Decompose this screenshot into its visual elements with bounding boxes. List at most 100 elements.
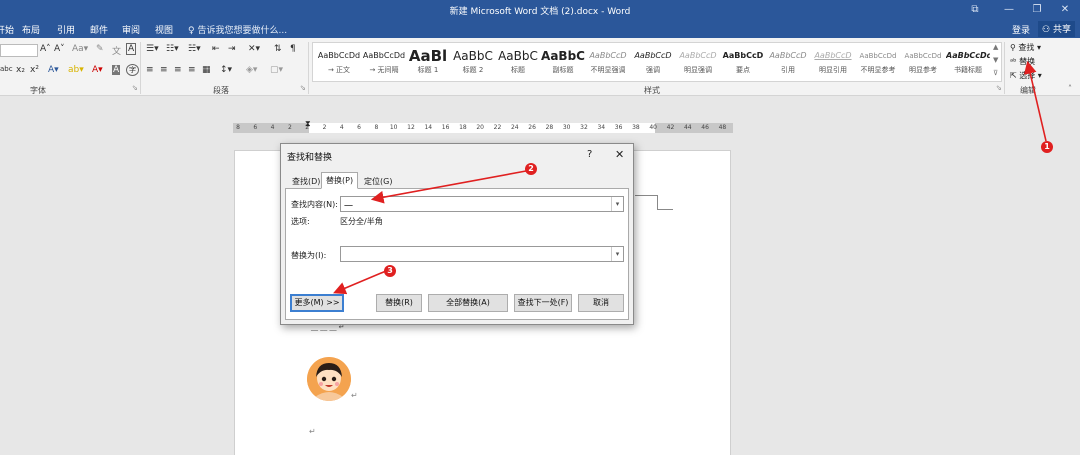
phonetic-guide-icon[interactable]: 文 xyxy=(112,44,121,57)
maximize-button[interactable]: ❐ xyxy=(1022,2,1052,18)
justify-icon[interactable]: ≡ xyxy=(188,65,196,75)
style-item[interactable]: AaBl 标题 1 xyxy=(406,47,450,79)
style-item[interactable]: AaBbC 标题 2 xyxy=(451,47,495,79)
bullets-icon[interactable]: ☰▾ xyxy=(146,44,159,54)
replace-with-label: 替换为(I): xyxy=(291,251,327,260)
shading-icon[interactable]: ◈▾ xyxy=(246,65,257,75)
style-item[interactable]: AaBbCcDd 不明显参考 xyxy=(856,47,900,79)
highlight-icon[interactable]: ab▾ xyxy=(68,65,84,75)
tab-find[interactable]: 查找(D) xyxy=(287,173,325,188)
distributed-icon[interactable]: ▦ xyxy=(202,65,211,75)
replace-all-button[interactable]: 全部替换(A) xyxy=(428,294,508,312)
chinese-layout-icon[interactable]: ✕▾ xyxy=(248,44,260,54)
align-center-icon[interactable]: ≡ xyxy=(160,65,168,75)
share-button[interactable]: ⚇ 共享 xyxy=(1038,21,1075,37)
increase-indent-icon[interactable]: ⇥ xyxy=(228,44,236,54)
replace-button[interactable]: ᵃᵇ 替换 xyxy=(1010,56,1035,67)
ruler-tick-label: 34 xyxy=(597,124,606,131)
tab-view[interactable]: 视图 xyxy=(155,23,173,36)
close-window-button[interactable]: ✕ xyxy=(1050,2,1080,18)
find-next-button[interactable]: 查找下一处(F) xyxy=(514,294,572,312)
tab-layout[interactable]: 布局 xyxy=(22,23,40,36)
grow-font-icon[interactable]: A˄ xyxy=(40,44,51,54)
tab-replace[interactable]: 替换(P) xyxy=(321,172,359,189)
align-left-icon[interactable]: ≡ xyxy=(146,65,154,75)
chevron-down-icon[interactable]: ▾ xyxy=(611,247,623,261)
paragraph-dialog-launcher-icon[interactable]: ⬂ xyxy=(300,84,306,92)
show-marks-icon[interactable]: ¶ xyxy=(290,44,296,54)
strikethrough-icon[interactable]: abc xyxy=(0,65,13,73)
style-item[interactable]: AaBbCcD 要点 xyxy=(721,47,765,79)
find-what-input[interactable]: 一 ▾ xyxy=(340,196,624,212)
ruler-tick-label: 24 xyxy=(510,124,519,131)
tab-mailings[interactable]: 邮件 xyxy=(90,23,108,36)
help-icon[interactable]: ? xyxy=(587,149,592,160)
options-value: 区分全/半角 xyxy=(340,217,383,226)
style-item[interactable]: AaBbCcDd 明显参考 xyxy=(901,47,945,79)
select-button[interactable]: ⇱ 选择 ▾ xyxy=(1010,70,1042,81)
align-right-icon[interactable]: ≡ xyxy=(174,65,182,75)
change-case-icon[interactable]: Aa▾ xyxy=(72,44,88,54)
gallery-more-icon[interactable]: ⊽ xyxy=(993,69,998,77)
ruler-tick-label: 14 xyxy=(424,124,433,131)
style-item[interactable]: AaBbCcDd → 正文 xyxy=(317,47,361,79)
font-size-select[interactable] xyxy=(0,44,38,57)
line-spacing-icon[interactable]: ↕▾ xyxy=(220,65,232,75)
style-item[interactable]: AaBbCcDd 书籍标题 xyxy=(946,47,990,79)
borders-icon[interactable]: ▢▾ xyxy=(270,65,283,75)
more-button[interactable]: 更多(M) >> xyxy=(290,294,344,312)
gallery-scroll-down-icon[interactable]: ▼ xyxy=(993,56,998,64)
char-shading-icon[interactable]: A xyxy=(112,65,121,75)
collapse-ribbon-icon[interactable]: ˄ xyxy=(1068,84,1072,93)
numbering-icon[interactable]: ☷▾ xyxy=(166,44,179,54)
group-label-font: 字体 xyxy=(30,86,46,95)
tab-goto[interactable]: 定位(G) xyxy=(359,173,397,188)
ruler-tick-label: 20 xyxy=(476,124,485,131)
horizontal-ruler[interactable]: 8 6 4 2 2 2 4 6 8 10 12 14 16 18 20 22 24 26 28 30 32 34 36 38 4… xyxy=(233,119,733,133)
styles-dialog-launcher-icon[interactable]: ⬂ xyxy=(996,84,1002,92)
style-item[interactable]: AaBbCcDd → 无间隔 xyxy=(362,47,406,79)
enclose-char-icon[interactable]: 字 xyxy=(126,64,139,76)
superscript-icon[interactable]: x² xyxy=(30,65,39,75)
replace-button[interactable]: 替换(R) xyxy=(376,294,422,312)
clear-format-icon[interactable]: ✎ xyxy=(96,44,104,54)
font-color-icon[interactable]: A▾ xyxy=(92,65,103,75)
ribbon-display-icon[interactable]: ⧉ xyxy=(960,2,990,18)
cancel-button[interactable]: 取消 xyxy=(578,294,624,312)
tab-home[interactable]: 开始 xyxy=(0,23,14,36)
find-button[interactable]: ⚲ 查找 ▾ xyxy=(1010,42,1041,53)
replace-with-input[interactable]: ▾ xyxy=(340,246,624,262)
minimize-button[interactable]: — xyxy=(994,2,1024,18)
cursor-icon: ⇱ xyxy=(1010,71,1017,80)
tell-me-search[interactable]: ♀ 告诉我您想要做什么... xyxy=(188,23,287,36)
ruler-tick-label: 16 xyxy=(441,124,450,131)
group-label-paragraph: 段落 xyxy=(213,86,229,95)
shrink-font-icon[interactable]: A˅ xyxy=(54,44,65,54)
login-link[interactable]: 登录 xyxy=(1012,23,1030,36)
tab-review[interactable]: 审阅 xyxy=(122,23,140,36)
cartoon-avatar-image[interactable] xyxy=(307,357,351,401)
ruler-tick-label: 30 xyxy=(562,124,571,131)
text-effects-icon[interactable]: A▾ xyxy=(48,65,59,75)
ruler-tick-label: 38 xyxy=(632,124,640,131)
decrease-indent-icon[interactable]: ⇤ xyxy=(212,44,220,54)
font-dialog-launcher-icon[interactable]: ⬂ xyxy=(132,84,138,92)
char-border-icon[interactable]: A xyxy=(126,43,137,55)
subscript-icon[interactable]: x₂ xyxy=(16,65,25,75)
style-item[interactable]: AaBbC 副标题 xyxy=(541,47,585,79)
sort-icon[interactable]: ⇅ xyxy=(274,44,282,54)
style-item[interactable]: AaBbCcD 引用 xyxy=(766,47,810,79)
chevron-down-icon[interactable]: ▾ xyxy=(611,197,623,211)
styles-gallery: AaBbCcDd → 正文 AaBbCcDd → 无间隔 AaBl 标题 1 AaBb… xyxy=(312,42,1002,82)
tab-references[interactable]: 引用 xyxy=(57,23,75,36)
indent-marker-icon[interactable]: ⧗ xyxy=(305,119,311,129)
style-item[interactable]: AaBbCcD 强调 xyxy=(631,47,675,79)
multilevel-list-icon[interactable]: ☵▾ xyxy=(188,44,201,54)
close-icon[interactable]: ✕ xyxy=(615,148,624,161)
style-item[interactable]: AaBbCcD 明显强调 xyxy=(676,47,720,79)
style-item[interactable]: AaBbC 标题 xyxy=(496,47,540,79)
ruler-tick-label: 32 xyxy=(580,124,588,131)
gallery-scroll-up-icon[interactable]: ▲ xyxy=(993,43,998,51)
style-item[interactable]: AaBbCcD 不明显强调 xyxy=(586,47,630,79)
style-item[interactable]: AaBbCcD 明显引用 xyxy=(811,47,855,79)
